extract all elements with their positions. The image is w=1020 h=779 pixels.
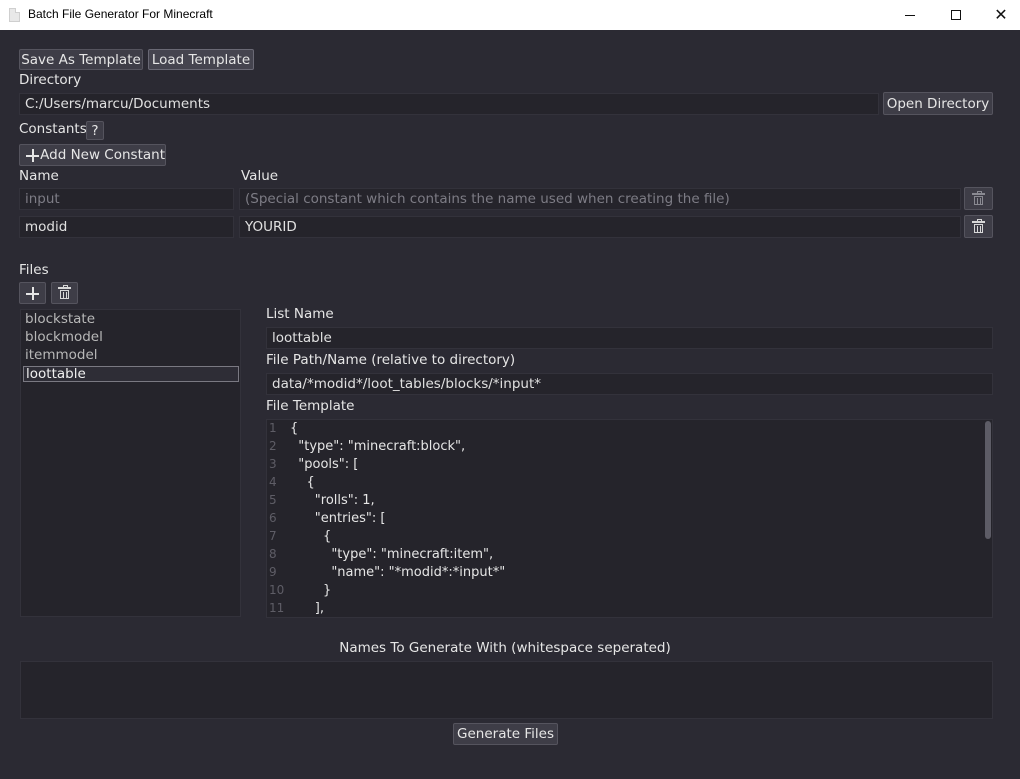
line-number: 2 <box>269 439 277 453</box>
code-text: "rolls": 1, <box>290 493 375 508</box>
list-name-label: List Name <box>266 306 334 322</box>
files-list[interactable]: blockstate blockmodel itemmodel loottabl… <box>20 309 241 617</box>
constant-value-field: (Special constant which contains the nam… <box>239 188 961 210</box>
constants-label: Constants <box>19 121 87 137</box>
code-text: "entries": [ <box>290 511 386 526</box>
scrollbar-thumb[interactable] <box>985 421 991 539</box>
load-template-button[interactable]: Load Template <box>148 49 254 70</box>
line-number: 11 <box>269 601 285 615</box>
line-number: 9 <box>269 565 277 579</box>
constants-help-button[interactable]: ? <box>86 121 104 140</box>
close-icon: ✕ <box>994 5 1008 24</box>
delete-file-button[interactable] <box>51 282 78 304</box>
file-path-label: File Path/Name (relative to directory) <box>266 352 516 368</box>
list-item[interactable]: itemmodel <box>23 348 239 364</box>
add-new-constant-button[interactable]: Add New Constant <box>19 144 166 166</box>
constant-name-header: Name <box>19 168 59 184</box>
code-text: ], <box>290 601 324 616</box>
line-number: 1 <box>269 421 277 435</box>
line-number: 7 <box>269 529 277 543</box>
list-item-selected[interactable]: loottable <box>23 366 239 382</box>
window-title: Batch File Generator For Minecraft <box>28 7 213 21</box>
title-bar: Batch File Generator For Minecraft ✕ <box>0 0 1020 30</box>
trash-icon <box>58 285 71 299</box>
code-line: 5 "rolls": 1, <box>267 493 977 511</box>
line-number: 3 <box>269 457 277 471</box>
constant-value-header: Value <box>241 168 279 184</box>
code-line: 9 "name": "*modid*:*input*" <box>267 565 977 583</box>
minimize-icon <box>905 14 915 16</box>
file-path-field[interactable]: data/*modid*/loot_tables/blocks/*input* <box>266 373 993 395</box>
line-number: 8 <box>269 547 277 561</box>
open-directory-button[interactable]: Open Directory <box>883 92 993 115</box>
add-new-constant-label: Add New Constant <box>40 147 165 163</box>
minimize-button[interactable] <box>887 0 933 30</box>
line-number: 5 <box>269 493 277 507</box>
list-item[interactable]: blockstate <box>23 312 239 328</box>
maximize-button[interactable] <box>933 0 979 30</box>
close-button[interactable]: ✕ <box>978 0 1020 30</box>
plus-icon <box>26 286 39 300</box>
code-text: { <box>290 421 299 436</box>
constant-name-field: input <box>19 188 234 210</box>
delete-constant-button <box>964 187 993 210</box>
list-item[interactable]: blockmodel <box>23 330 239 346</box>
line-number: 10 <box>269 583 285 597</box>
code-line: 8 "type": "minecraft:item", <box>267 547 977 565</box>
line-number: 6 <box>269 511 277 525</box>
constant-name-field[interactable]: modid <box>19 216 234 238</box>
trash-icon <box>972 218 985 233</box>
code-line: 2 "type": "minecraft:block", <box>267 439 977 457</box>
code-line: 1{ <box>267 421 977 439</box>
constant-value-field[interactable]: YOURID <box>239 216 961 238</box>
names-label: Names To Generate With (whitespace seper… <box>339 640 671 656</box>
code-text: "pools": [ <box>290 457 359 472</box>
code-text: "name": "*modid*:*input*" <box>290 565 506 580</box>
code-text: "type": "minecraft:item", <box>290 547 494 562</box>
file-template-label: File Template <box>266 398 355 414</box>
code-text: } <box>290 583 332 598</box>
line-number: 4 <box>269 475 277 489</box>
code-line: 11 ], <box>267 601 977 617</box>
trash-icon <box>972 190 985 205</box>
directory-field[interactable]: C:/Users/marcu/Documents <box>19 93 879 115</box>
document-icon <box>9 8 20 22</box>
plus-icon <box>26 148 40 162</box>
generate-files-button[interactable]: Generate Files <box>453 723 558 745</box>
editor-scrollbar[interactable] <box>984 420 992 617</box>
code-text: { <box>290 529 332 544</box>
code-line: 4 { <box>267 475 977 493</box>
add-file-button[interactable] <box>19 282 46 304</box>
code-line: 10 } <box>267 583 977 601</box>
names-input[interactable] <box>20 661 993 719</box>
code-text: { <box>290 475 315 490</box>
maximize-icon <box>951 10 961 20</box>
list-name-field[interactable]: loottable <box>266 327 993 349</box>
save-as-template-button[interactable]: Save As Template <box>19 49 143 70</box>
code-line: 3 "pools": [ <box>267 457 977 475</box>
code-line: 6 "entries": [ <box>267 511 977 529</box>
files-label: Files <box>19 262 49 278</box>
delete-constant-button[interactable] <box>964 215 993 238</box>
code-text: "type": "minecraft:block", <box>290 439 466 454</box>
file-template-editor[interactable]: 1{ 2 "type": "minecraft:block", 3 "pools… <box>266 419 993 618</box>
directory-label: Directory <box>19 72 82 88</box>
code-line: 7 { <box>267 529 977 547</box>
